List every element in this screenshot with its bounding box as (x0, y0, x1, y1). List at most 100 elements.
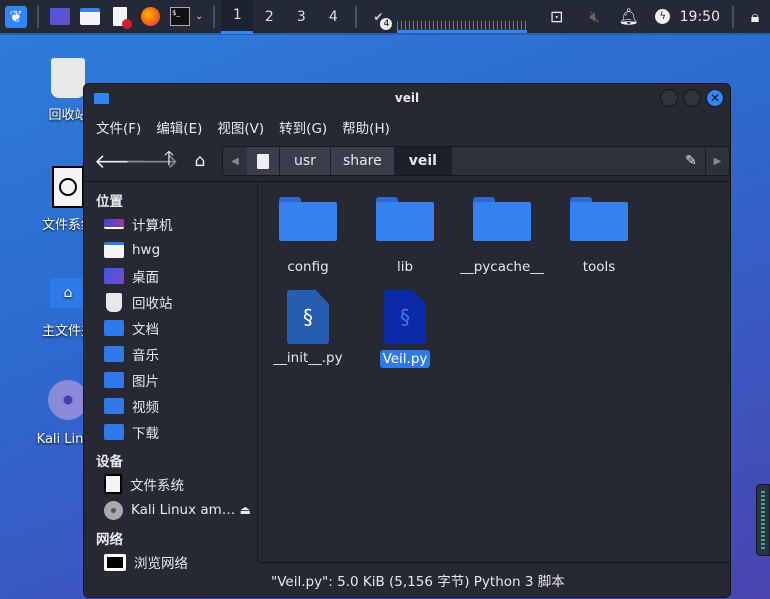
status-text: "Veil.py": 5.0 KiB (5,156 字节) Python 3 脚… (271, 574, 565, 590)
folder-icon (94, 93, 109, 104)
divider (732, 5, 734, 28)
kali-menu-icon[interactable]: ❦ (5, 5, 27, 28)
drive-icon (104, 474, 122, 494)
divider (37, 5, 39, 28)
file-item-veil-py[interactable]: § Veil.py (357, 290, 453, 368)
documents-folder-icon (104, 320, 124, 336)
drive-icon (52, 166, 84, 208)
chevron-down-icon[interactable]: ⌄ (195, 11, 203, 22)
show-desktop-icon[interactable] (49, 6, 71, 28)
disc-icon (104, 500, 123, 520)
cpu-graph (397, 1, 528, 33)
file-item-init-py[interactable]: § __init__.py (260, 290, 356, 366)
path-crumb-share[interactable]: share (330, 147, 395, 175)
menu-go[interactable]: 转到(G) (279, 117, 327, 137)
sidebar-item-downloads[interactable]: 下载 (84, 419, 257, 445)
sidebar-item-kali-disc[interactable]: Kali Linux am… ⏏ (84, 497, 257, 523)
power-icon[interactable]: ϟ (652, 6, 674, 28)
videos-folder-icon (104, 398, 124, 414)
menu-bar: 文件(F) 编辑(E) 视图(V) 转到(G) 帮助(H) (84, 112, 730, 142)
lock-icon[interactable]: 🔒︎ (744, 6, 766, 28)
places-header: 位置 (96, 194, 123, 210)
folder-icon (279, 197, 337, 241)
home-button[interactable]: ⌂ (187, 151, 213, 171)
maximize-button[interactable] (683, 89, 701, 107)
volume-widget[interactable] (756, 484, 770, 556)
edit-path-icon[interactable]: ✎ (677, 147, 705, 175)
pictures-folder-icon (104, 372, 124, 388)
back-button[interactable]: 🡐 (94, 149, 148, 173)
notification-badge: 4 (380, 17, 393, 30)
python-file-icon: § (384, 290, 426, 344)
network-icon[interactable]: ⊡ (546, 6, 568, 28)
file-item-config[interactable]: config (260, 197, 356, 275)
path-root-button[interactable] (247, 147, 280, 175)
main-area: 位置 计算机 hwg 桌面 回收站 文档 音乐 图片 视频 下载 设备 文件系统… (84, 181, 730, 572)
file-view[interactable]: config lib __pycache__ tools § __init__.p… (258, 182, 730, 562)
eject-icon[interactable]: ⏏ (240, 503, 251, 517)
sidebar-item-music[interactable]: 音乐 (84, 341, 257, 367)
network-header: 网络 (96, 532, 123, 548)
sidebar-item-computer[interactable]: 计算机 (84, 211, 257, 237)
title-bar[interactable]: veil ✕ (84, 84, 730, 112)
taskbar: ❦ $_ ⌄ 1 2 3 4 ✔ 4 ⊡ 🔇︎ 🔔︎ ϟ 19:50 🔒︎ (0, 0, 770, 35)
divider (213, 5, 216, 28)
sidebar-item-pictures[interactable]: 图片 (84, 367, 257, 393)
path-crumb-usr[interactable]: usr (280, 147, 331, 175)
file-manager-icon[interactable] (79, 6, 101, 28)
updates-icon[interactable]: ✔ 4 (367, 6, 393, 30)
music-folder-icon (104, 346, 124, 362)
minimize-button[interactable] (660, 89, 678, 107)
sidebar-item-filesystem[interactable]: 文件系统 (84, 471, 257, 497)
sidebar: 位置 计算机 hwg 桌面 回收站 文档 音乐 图片 视频 下载 设备 文件系统… (84, 182, 258, 572)
folder-icon (570, 197, 628, 241)
path-empty[interactable] (452, 147, 677, 175)
toolbar: 🡐 🡒 🡑 ⌂ ◀ usr share veil ✎ ▶ (84, 142, 730, 180)
mute-icon[interactable]: 🔇︎ (584, 6, 606, 28)
forward-button[interactable]: 🡒 (125, 149, 179, 173)
python-file-icon: § (287, 290, 329, 344)
file-manager-window: veil ✕ 文件(F) 编辑(E) 视图(V) 转到(G) 帮助(H) 🡐 🡒… (83, 83, 731, 598)
sidebar-item-hwg[interactable]: hwg (84, 237, 257, 263)
path-crumb-veil[interactable]: veil (394, 147, 452, 175)
text-editor-icon[interactable] (109, 6, 132, 29)
home-folder-icon (104, 242, 124, 258)
folder-icon (376, 197, 434, 241)
menu-help[interactable]: 帮助(H) (342, 117, 390, 137)
workspace-3[interactable]: 3 (285, 0, 317, 34)
menu-edit[interactable]: 编辑(E) (156, 117, 202, 137)
devices-header: 设备 (96, 454, 123, 470)
sidebar-item-browse-network[interactable]: 浏览网络 (84, 549, 257, 575)
path-scroll-right[interactable]: ▶ (705, 147, 729, 175)
trash-icon (106, 292, 122, 312)
terminal-icon[interactable]: $_ (169, 6, 191, 28)
sidebar-item-desktop[interactable]: 桌面 (84, 263, 257, 289)
workspace-2[interactable]: 2 (253, 0, 285, 34)
computer-icon (104, 219, 124, 229)
up-button[interactable]: 🡑 (156, 144, 182, 178)
path-scroll-left[interactable]: ◀ (223, 147, 247, 175)
sidebar-item-documents[interactable]: 文档 (84, 315, 257, 341)
folder-icon (473, 197, 531, 241)
sidebar-item-videos[interactable]: 视频 (84, 393, 257, 419)
file-item-lib[interactable]: lib (357, 197, 453, 275)
file-item-pycache[interactable]: __pycache__ (454, 197, 550, 275)
file-item-tools[interactable]: tools (551, 197, 647, 275)
home-folder-icon: ⌂ (50, 278, 86, 308)
menu-view[interactable]: 视图(V) (217, 117, 264, 137)
window-title: veil (394, 91, 420, 105)
status-bar: "Veil.py": 5.0 KiB (5,156 字节) Python 3 脚… (259, 562, 730, 597)
sidebar-item-trash[interactable]: 回收站 (84, 289, 257, 315)
firefox-icon[interactable] (139, 6, 161, 28)
menu-file[interactable]: 文件(F) (96, 117, 141, 137)
path-bar: ◀ usr share veil ✎ ▶ (222, 146, 730, 176)
downloads-folder-icon (104, 424, 124, 440)
divider (355, 5, 358, 28)
drive-icon (257, 153, 269, 169)
close-button[interactable]: ✕ (706, 89, 724, 107)
desktop-icon (104, 268, 124, 284)
workspace-1[interactable]: 1 (221, 0, 254, 34)
workspace-4[interactable]: 4 (317, 0, 349, 34)
bell-icon[interactable]: 🔔︎ (618, 6, 640, 28)
clock[interactable]: 19:50 (680, 9, 720, 25)
